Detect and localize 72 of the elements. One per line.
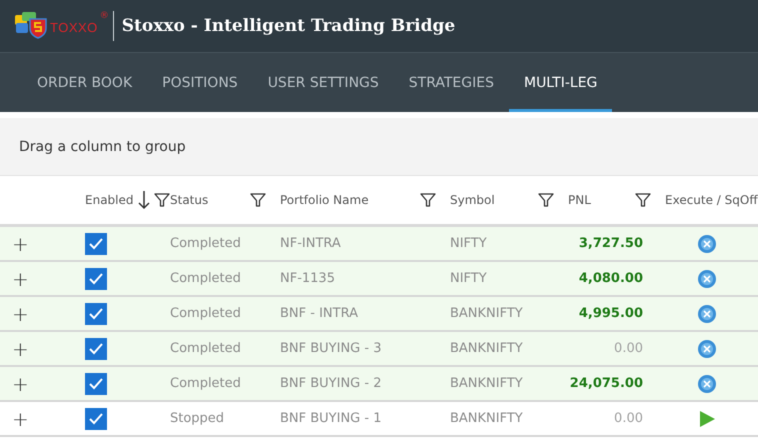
sort-descending-icon[interactable]	[138, 190, 150, 210]
symbol-cell-text: BANKNIFTY	[449, 376, 524, 391]
portfolio-cell-text: BNF BUYING - 1	[279, 411, 382, 426]
portfolio-cell-text: BNF - INTRA	[279, 306, 359, 321]
status-cell-text: Completed	[169, 236, 242, 251]
column-header[interactable]: Status	[170, 193, 208, 207]
check-icon	[89, 378, 103, 390]
table-row[interactable]: + Completed BNF BUYING - 3 BANKNIFTY 0.00	[0, 332, 758, 367]
filter-icon[interactable]	[250, 192, 266, 208]
column-header[interactable]: Enabled	[85, 193, 134, 207]
pnl-cell-text: 3,727.50	[578, 236, 644, 251]
expand-button[interactable]: +	[12, 232, 28, 256]
nav-tab[interactable]: POSITIONS	[147, 56, 253, 112]
symbol-cell-text: BANKNIFTY	[449, 411, 524, 426]
group-hint: Drag a column to group	[19, 138, 186, 154]
status-cell-text: Completed	[169, 306, 242, 321]
table-row[interactable]: + Completed NF-1135 NIFTY 4,080.00	[0, 262, 758, 297]
check-icon	[89, 272, 103, 284]
enabled-checkbox[interactable]	[85, 302, 107, 324]
portfolio-cell-text: NF-1135	[279, 271, 336, 286]
pnl-cell-text: 4,995.00	[578, 306, 644, 321]
enabled-checkbox[interactable]	[85, 268, 107, 290]
symbol-cell-text: NIFTY	[449, 271, 488, 286]
pnl-cell-text: 0.00	[613, 411, 644, 426]
square-off-button[interactable]	[696, 268, 716, 288]
nav-tab[interactable]: USER SETTINGS	[252, 56, 394, 112]
expand-button[interactable]: +	[12, 336, 28, 360]
column-header[interactable]: Portfolio Name	[280, 193, 369, 207]
app-title: Stoxxo - Intelligent Trading Bridge	[122, 16, 456, 36]
status-cell-text: Stopped	[169, 411, 226, 426]
expand-button[interactable]: +	[12, 266, 28, 290]
pnl-cell-text: 0.00	[613, 341, 644, 356]
nav-tab[interactable]: STRATEGIES	[394, 56, 509, 112]
status-cell-text: Completed	[169, 271, 242, 286]
square-off-button[interactable]	[696, 234, 716, 254]
filter-icon[interactable]	[635, 192, 651, 208]
square-off-button[interactable]	[696, 304, 716, 324]
column-header[interactable]: Execute / SqOff	[665, 193, 758, 207]
table-row[interactable]: + Completed NF-INTRA NIFTY 3,727.50	[0, 227, 758, 262]
symbol-cell-text: BANKNIFTY	[449, 306, 524, 321]
enabled-checkbox[interactable]	[85, 408, 107, 430]
status-cell-text: Completed	[169, 341, 242, 356]
square-off-button[interactable]	[696, 374, 716, 394]
portfolio-cell-text: BNF BUYING - 3	[279, 341, 382, 356]
portfolio-cell-text: BNF BUYING - 2	[279, 376, 382, 391]
pnl-cell-text: 4,080.00	[578, 271, 644, 286]
expand-button[interactable]: +	[12, 372, 28, 396]
column-header[interactable]: PNL	[568, 193, 591, 207]
enabled-checkbox[interactable]	[85, 232, 107, 254]
check-icon	[89, 342, 103, 354]
filter-icon[interactable]	[420, 192, 436, 208]
check-icon	[89, 412, 103, 424]
pnl-cell-text: 24,075.00	[568, 376, 644, 391]
check-icon	[89, 238, 103, 250]
filter-icon[interactable]	[538, 192, 554, 208]
table-row[interactable]: + Completed BNF BUYING - 2 BANKNIFTY 24,075.00	[0, 367, 758, 402]
filter-icon[interactable]	[154, 192, 170, 208]
portfolio-cell-text: NF-INTRA	[279, 236, 342, 251]
enabled-checkbox[interactable]	[85, 338, 107, 360]
logo: TOXXO ®	[14, 11, 114, 41]
column-header[interactable]: Symbol	[450, 193, 495, 207]
table-row[interactable]: + Completed BNF - INTRA BANKNIFTY 4,995.00	[0, 297, 758, 332]
expand-button[interactable]: +	[12, 302, 28, 326]
square-off-button[interactable]	[696, 338, 716, 358]
symbol-cell-text: NIFTY	[449, 236, 488, 251]
check-icon	[89, 308, 103, 320]
expand-button[interactable]: +	[12, 406, 28, 430]
enabled-checkbox[interactable]	[85, 372, 107, 394]
symbol-cell-text: BANKNIFTY	[449, 341, 524, 356]
nav-tab[interactable]: MULTI-LEG	[508, 56, 612, 112]
nav-tab[interactable]: ORDER BOOK	[22, 56, 148, 112]
status-cell-text: Completed	[169, 376, 242, 391]
